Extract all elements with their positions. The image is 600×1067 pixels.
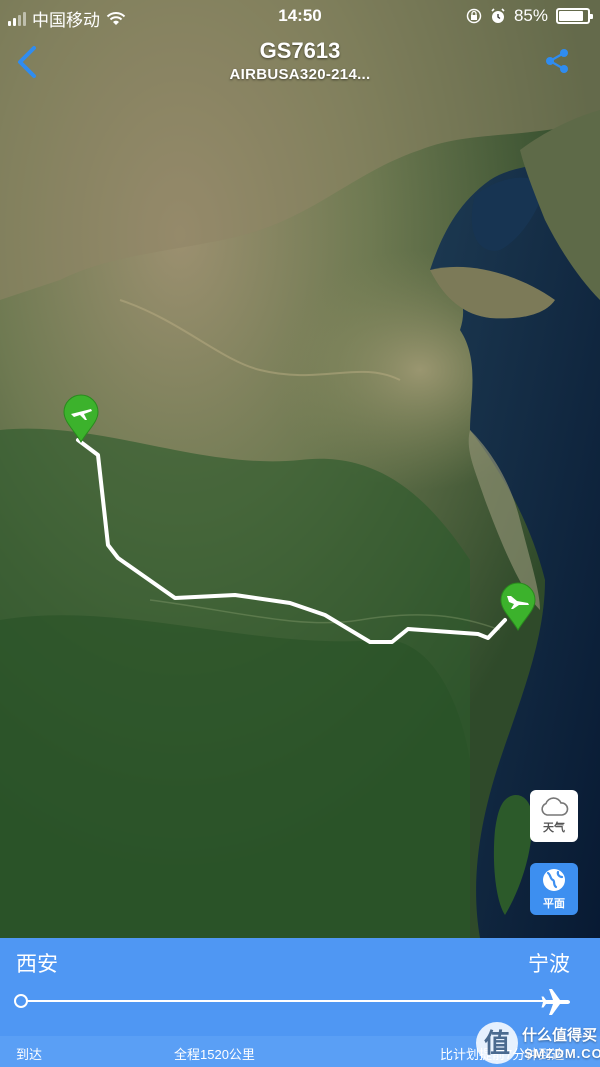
weather-button[interactable]: 天气 xyxy=(530,790,578,842)
weather-label: 天气 xyxy=(543,822,565,834)
globe-icon xyxy=(543,869,565,891)
departure-city: 西安 xyxy=(16,953,58,976)
progress-marker xyxy=(14,994,28,1008)
share-icon xyxy=(546,49,568,73)
battery-percent: 85% xyxy=(513,6,548,25)
rotation-lock-icon xyxy=(466,8,482,24)
flight-status: 到达 xyxy=(16,1047,43,1062)
flight-route xyxy=(76,438,507,644)
progress-track xyxy=(22,1000,544,1002)
map-pin-icon xyxy=(500,582,536,631)
status-right: 85% xyxy=(466,6,593,26)
flat-view-button[interactable]: 平面 xyxy=(530,863,578,915)
flat-label: 平面 xyxy=(543,898,565,910)
flight-number: GS7613 xyxy=(259,38,341,63)
watermark-logo: 值 xyxy=(476,1022,518,1064)
airplane-icon xyxy=(541,989,570,1015)
battery-icon xyxy=(556,8,593,24)
arrival-city: 宁波 xyxy=(528,953,570,976)
alarm-icon xyxy=(491,8,505,23)
share-button[interactable] xyxy=(542,46,572,76)
watermark-text: 什么值得买 xyxy=(522,1027,598,1044)
map-pin-icon xyxy=(63,394,99,443)
satellite-map[interactable] xyxy=(0,0,600,938)
cloud-icon xyxy=(541,797,569,816)
watermark-url: SMZDM.COM xyxy=(524,1046,600,1061)
departure-pin[interactable] xyxy=(62,394,100,444)
total-distance: 全程1520公里 xyxy=(174,1047,255,1062)
watermark: 值 什么值得买 SMZDM.COM xyxy=(476,1020,600,1066)
arrival-pin[interactable] xyxy=(499,582,537,632)
aircraft-type: AIRBUSA320-214... xyxy=(229,66,371,83)
battery-fill xyxy=(559,11,583,21)
status-bar: 中国移动 14:50 85% xyxy=(0,0,600,34)
